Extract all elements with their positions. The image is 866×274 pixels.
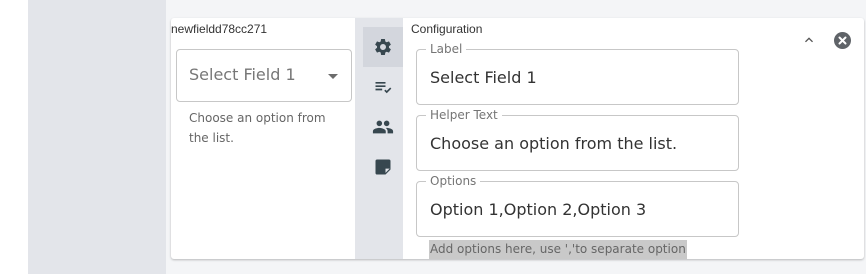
field-editor-card: newfieldd78cc271 Select Field 1 Choose a… <box>171 18 864 259</box>
sidebar-gutter <box>28 0 166 274</box>
label-field-legend: Label <box>426 42 467 56</box>
note-icon <box>373 157 393 177</box>
helper-text-field-value: Choose an option from the list. <box>430 134 678 153</box>
options-field-value: Option 1,Option 2,Option 3 <box>430 200 647 219</box>
chevron-up-icon[interactable] <box>801 32 817 52</box>
options-field[interactable]: Options Option 1,Option 2,Option 3 <box>416 174 739 237</box>
settings-toolbar <box>355 18 403 259</box>
select-value: Select Field 1 <box>189 65 296 84</box>
checklist-icon <box>373 77 393 97</box>
dropdown-arrow-icon <box>328 74 338 79</box>
gear-icon <box>373 37 393 57</box>
configuration-title: Configuration <box>411 22 483 36</box>
people-icon <box>372 116 394 138</box>
gear-tool-button[interactable] <box>363 27 403 67</box>
helper-text-field[interactable]: Helper Text Choose an option from the li… <box>416 108 739 171</box>
label-field-value: Select Field 1 <box>430 68 537 87</box>
left-gutter <box>0 0 28 274</box>
permissions-tool-button[interactable] <box>363 107 403 147</box>
select-field-preview[interactable]: Select Field 1 <box>176 49 352 102</box>
helper-text-field-legend: Helper Text <box>426 108 502 122</box>
field-name: newfieldd78cc271 <box>171 22 268 36</box>
close-icon[interactable] <box>834 32 851 49</box>
notes-tool-button[interactable] <box>363 147 403 187</box>
field-helper-text: Choose an option from the list. <box>189 111 326 145</box>
options-field-legend: Options <box>426 174 481 188</box>
label-field[interactable]: Label Select Field 1 <box>416 42 739 105</box>
validation-tool-button[interactable] <box>363 67 403 107</box>
options-hint: Add options here, use ','to separate opt… <box>429 240 687 259</box>
